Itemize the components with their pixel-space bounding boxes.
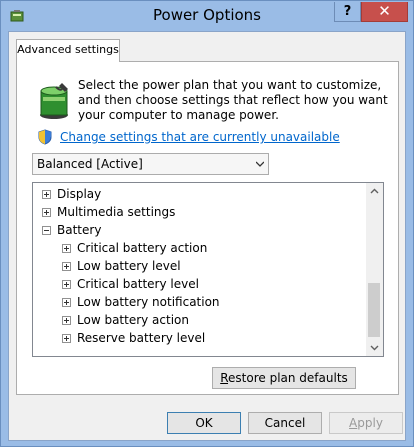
scroll-thumb[interactable]	[368, 283, 380, 337]
scroll-down-icon[interactable]	[366, 339, 383, 356]
close-button[interactable]: ✕	[361, 2, 408, 22]
change-settings-link[interactable]: Change settings that are currently unava…	[60, 130, 340, 144]
tree-item-label: Low battery action	[77, 313, 189, 327]
apply-button[interactable]: Apply	[329, 412, 403, 434]
restore-plan-defaults-button[interactable]: Restore plan defaults	[212, 367, 356, 389]
restore-button-label: Restore plan defaults	[220, 371, 348, 385]
uac-shield-icon	[38, 129, 52, 145]
description-text: Select the power plan that you want to c…	[78, 78, 388, 122]
collapse-icon[interactable]	[42, 226, 51, 235]
expand-icon[interactable]	[62, 244, 71, 253]
chevron-down-icon	[256, 161, 264, 167]
title-bar[interactable]: Power Options ? ✕	[1, 1, 413, 31]
tree-item-label: Low battery notification	[77, 295, 220, 309]
power-options-window: Power Options ? ✕ Advanced settings Sele…	[0, 0, 414, 447]
dialog-client: Advanced settings Select the power plan …	[8, 31, 406, 441]
cancel-button[interactable]: Cancel	[248, 412, 322, 434]
expand-icon[interactable]	[62, 316, 71, 325]
expand-icon[interactable]	[42, 190, 51, 199]
tree-item-label: Critical battery level	[77, 277, 199, 291]
expand-icon[interactable]	[62, 298, 71, 307]
expand-icon[interactable]	[62, 262, 71, 271]
tree-item-label: Multimedia settings	[57, 205, 176, 219]
power-plan-value: Balanced [Active]	[37, 157, 143, 171]
tree-item-label: Reserve battery level	[77, 331, 206, 345]
tree-item-label: Battery	[57, 223, 102, 237]
help-button[interactable]: ?	[334, 2, 361, 22]
scroll-up-icon[interactable]	[366, 183, 383, 200]
tree-item-label: Low battery level	[77, 259, 181, 273]
expand-icon[interactable]	[62, 334, 71, 343]
tree-item-label: Critical battery action	[77, 241, 208, 255]
advanced-settings-panel: Select the power plan that you want to c…	[16, 61, 399, 395]
expand-icon[interactable]	[62, 280, 71, 289]
settings-tree[interactable]: Display Multimedia settings Battery Crit…	[32, 182, 384, 357]
tab-advanced-settings[interactable]: Advanced settings	[16, 39, 120, 62]
battery-plug-icon	[40, 83, 68, 119]
apply-button-label: Apply	[349, 416, 383, 430]
power-plan-dropdown[interactable]: Balanced [Active]	[32, 153, 269, 175]
tree-scrollbar[interactable]	[366, 183, 383, 356]
expand-icon[interactable]	[42, 208, 51, 217]
tree-item-label: Display	[57, 187, 102, 201]
ok-button[interactable]: OK	[167, 412, 241, 434]
